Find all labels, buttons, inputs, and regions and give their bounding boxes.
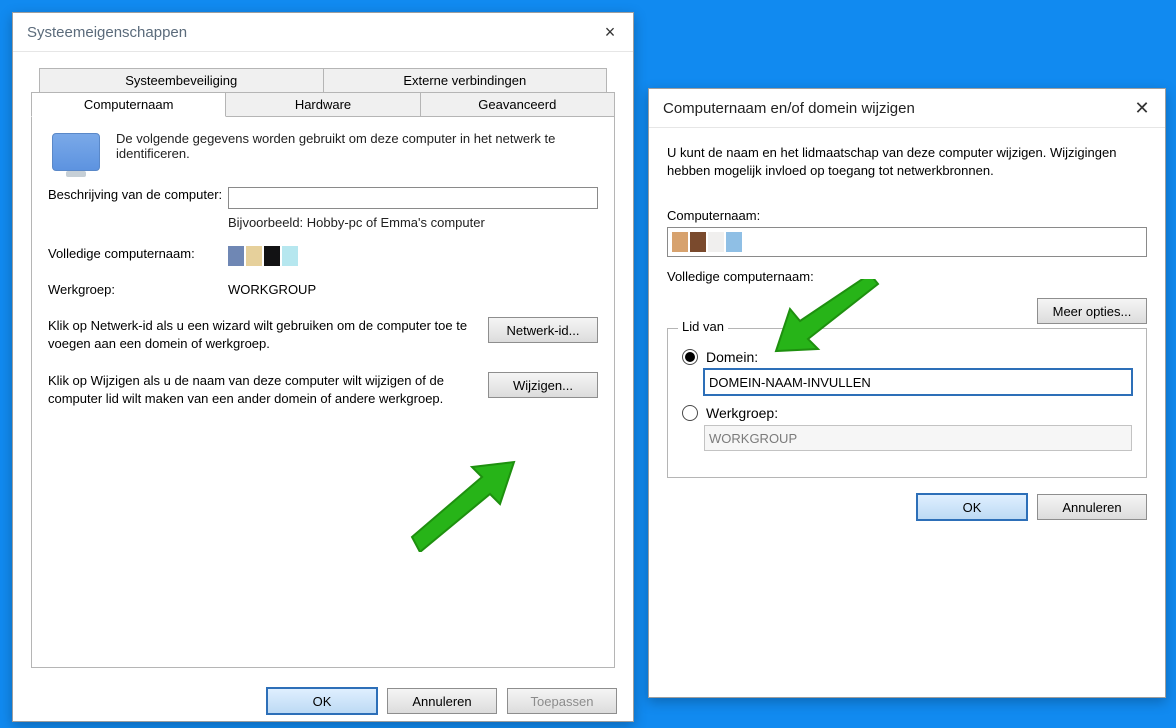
label-description: Beschrijving van de computer: (48, 187, 228, 202)
radio-domain-label: Domein: (706, 349, 758, 365)
more-options-button[interactable]: Meer opties... (1037, 298, 1147, 324)
tab-advanced[interactable]: Geavanceerd (421, 92, 615, 117)
computer-name-input[interactable] (667, 227, 1147, 257)
window-title: Computernaam en/of domein wijzigen (663, 100, 915, 117)
radio-workgroup[interactable]: Werkgroep: (682, 405, 1132, 421)
tab-system-protection[interactable]: Systeembeveiliging (39, 68, 324, 93)
description-hint: Bijvoorbeeld: Hobby-pc of Emma's compute… (228, 215, 598, 230)
tab-body: De volgende gegevens worden gebruikt om … (31, 117, 615, 668)
radio-workgroup-label: Werkgroep: (706, 405, 778, 421)
workgroup-input[interactable] (704, 425, 1132, 451)
tab-hardware[interactable]: Hardware (226, 92, 420, 117)
titlebar: Systeemeigenschappen × (13, 13, 633, 52)
member-of-group: Lid van Domein: Werkgroep: (667, 328, 1147, 478)
tab-remote[interactable]: Externe verbindingen (324, 68, 608, 93)
redacted-computer-name (672, 232, 742, 252)
computer-icon (52, 133, 100, 171)
text-change: Klik op Wijzigen als u de naam van deze … (48, 372, 470, 407)
label-workgroup: Werkgroep: (48, 282, 228, 297)
computer-name-domain-change-dialog: Computernaam en/of domein wijzigen ✕ U k… (648, 88, 1166, 698)
radio-domain[interactable]: Domein: (682, 349, 1132, 365)
intro-text: U kunt de naam en het lidmaatschap van d… (667, 144, 1147, 180)
label-full-computer-name: Volledige computernaam: (48, 246, 228, 261)
apply-button[interactable]: Toepassen (507, 688, 617, 714)
redacted-computer-name (228, 246, 598, 266)
label-computer-name: Computernaam: (667, 208, 1147, 223)
titlebar: Computernaam en/of domein wijzigen ✕ (649, 89, 1165, 128)
system-properties-dialog: Systeemeigenschappen × Systeembeveiligin… (12, 12, 634, 722)
label-full-computer-name: Volledige computernaam: (667, 269, 1147, 284)
tab-strip: Systeembeveiliging Externe verbindingen … (31, 68, 615, 117)
annotation-arrow-icon (372, 442, 522, 552)
description-input[interactable] (228, 187, 598, 209)
ok-button[interactable]: OK (267, 688, 377, 714)
change-button[interactable]: Wijzigen... (488, 372, 598, 398)
ok-button[interactable]: OK (917, 494, 1027, 520)
window-title: Systeemeigenschappen (27, 24, 187, 41)
close-icon[interactable]: × (595, 22, 625, 43)
cancel-button[interactable]: Annuleren (1037, 494, 1147, 520)
network-id-button[interactable]: Netwerk-id... (488, 317, 598, 343)
text-networkid: Klik op Netwerk-id als u een wizard wilt… (48, 317, 470, 352)
workgroup-value: WORKGROUP (228, 282, 598, 297)
domain-input[interactable] (704, 369, 1132, 395)
intro-text: De volgende gegevens worden gebruikt om … (116, 131, 598, 171)
group-legend: Lid van (678, 319, 728, 334)
cancel-button[interactable]: Annuleren (387, 688, 497, 714)
tab-computer-name[interactable]: Computernaam (31, 92, 226, 117)
close-icon[interactable]: ✕ (1127, 98, 1157, 119)
